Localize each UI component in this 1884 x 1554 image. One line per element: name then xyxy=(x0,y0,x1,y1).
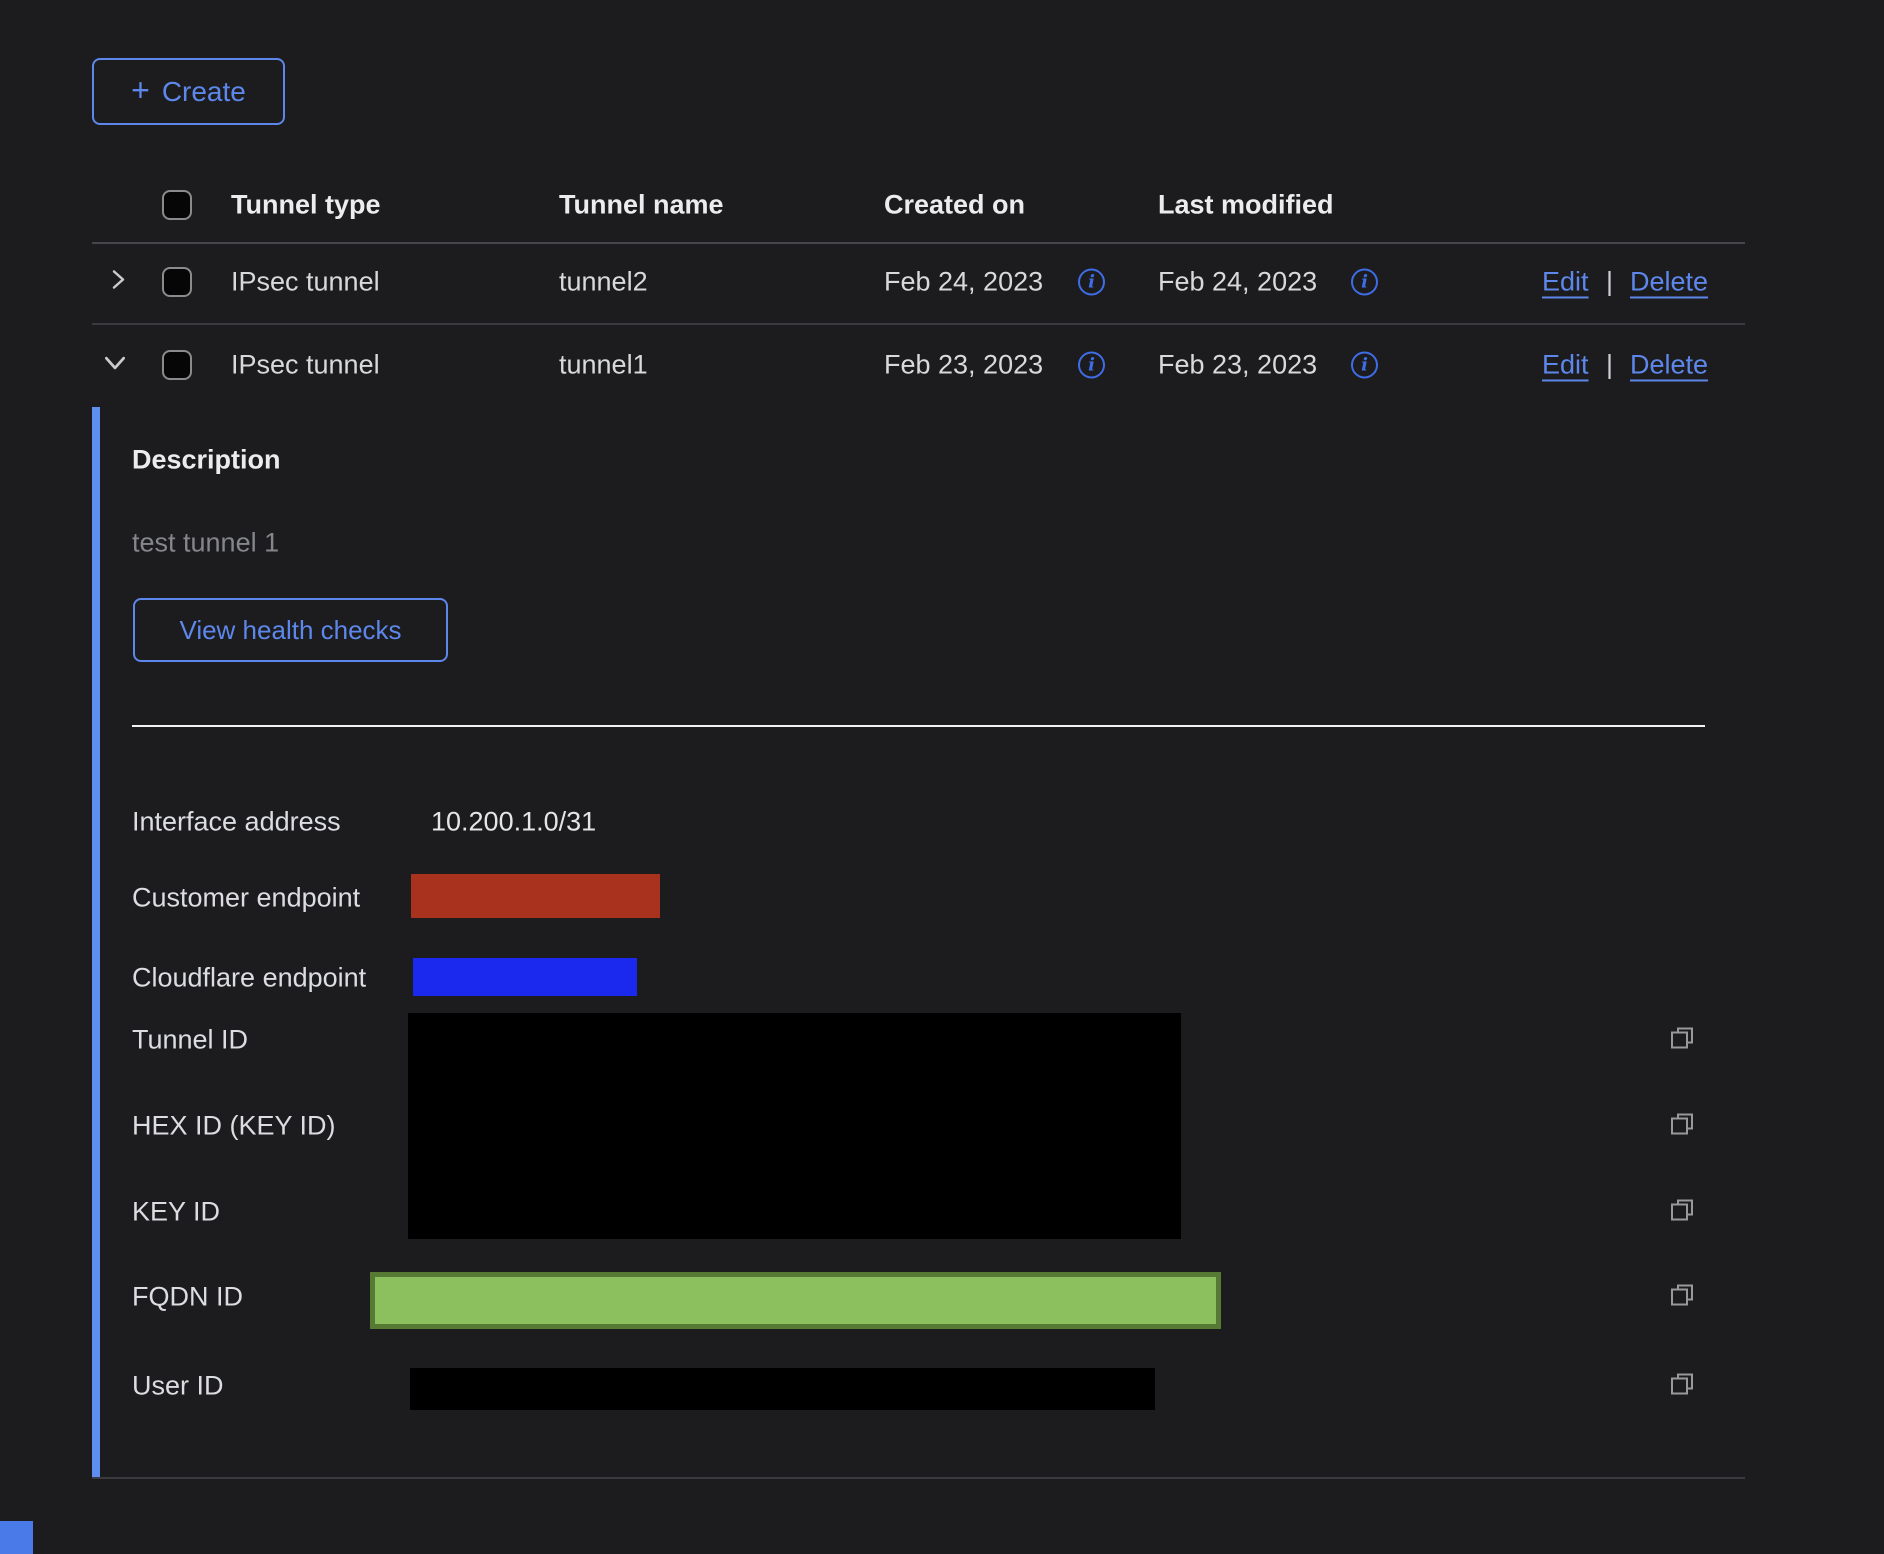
expanded-panel-accent-border xyxy=(92,407,100,1477)
panel-bottom-divider xyxy=(92,1477,1745,1479)
tunnels-page: + Create Tunnel type Tunnel name Created… xyxy=(0,0,1884,1554)
field-label-fqdn-id: FQDN ID xyxy=(132,1281,243,1312)
redacted-customer-endpoint xyxy=(411,874,660,918)
last-modified-cell: Feb 23, 2023 xyxy=(1158,349,1317,380)
field-label-customer-endpoint: Customer endpoint xyxy=(132,882,360,913)
bottom-left-accent xyxy=(0,1521,33,1554)
description-value: test tunnel 1 xyxy=(132,527,279,558)
redacted-cloudflare-endpoint xyxy=(413,958,637,996)
tunnel-type-cell: IPsec tunnel xyxy=(231,349,380,380)
last-modified-cell: Feb 24, 2023 xyxy=(1158,266,1317,297)
redacted-fqdn-id xyxy=(370,1272,1221,1329)
field-label-interface-address: Interface address xyxy=(132,806,341,837)
copy-icon[interactable] xyxy=(1668,1370,1696,1403)
field-label-cloudflare-endpoint: Cloudflare endpoint xyxy=(132,962,366,993)
delete-link[interactable]: Delete xyxy=(1630,266,1708,297)
tunnel-type-cell: IPsec tunnel xyxy=(231,266,380,297)
field-label-hex-id: HEX ID (KEY ID) xyxy=(132,1110,336,1141)
description-label: Description xyxy=(132,444,281,475)
copy-icon[interactable] xyxy=(1668,1196,1696,1229)
plus-icon: + xyxy=(131,74,150,106)
delete-link[interactable]: Delete xyxy=(1630,349,1708,380)
info-icon[interactable]: i xyxy=(1351,269,1378,296)
view-health-checks-button[interactable]: View health checks xyxy=(133,598,448,662)
section-divider xyxy=(132,725,1705,727)
redacted-id-block xyxy=(408,1013,1181,1239)
collapse-chevron-icon[interactable] xyxy=(102,350,128,381)
col-header-tunnel-type: Tunnel type xyxy=(231,189,381,220)
created-on-cell: Feb 24, 2023 xyxy=(884,266,1043,297)
header-divider xyxy=(92,242,1745,244)
copy-icon[interactable] xyxy=(1668,1281,1696,1314)
col-header-last-modified: Last modified xyxy=(1158,189,1334,220)
interface-address-value: 10.200.1.0/31 xyxy=(431,806,596,837)
info-icon[interactable]: i xyxy=(1078,352,1105,379)
field-label-user-id: User ID xyxy=(132,1370,224,1401)
field-label-key-id: KEY ID xyxy=(132,1196,220,1227)
action-separator: | xyxy=(1606,349,1613,380)
info-icon[interactable]: i xyxy=(1078,269,1105,296)
info-icon[interactable]: i xyxy=(1351,352,1378,379)
create-button-label: Create xyxy=(162,76,246,108)
row-divider xyxy=(92,323,1745,325)
tunnel-name-cell: tunnel2 xyxy=(559,266,648,297)
copy-icon[interactable] xyxy=(1668,1024,1696,1057)
col-header-created-on: Created on xyxy=(884,189,1025,220)
created-on-cell: Feb 23, 2023 xyxy=(884,349,1043,380)
redacted-user-id xyxy=(410,1368,1155,1410)
action-separator: | xyxy=(1606,266,1613,297)
row-checkbox[interactable] xyxy=(162,350,192,380)
select-all-checkbox[interactable] xyxy=(162,190,192,220)
expand-chevron-icon[interactable] xyxy=(106,268,130,297)
edit-link[interactable]: Edit xyxy=(1542,266,1589,297)
copy-icon[interactable] xyxy=(1668,1110,1696,1143)
field-label-tunnel-id: Tunnel ID xyxy=(132,1024,248,1055)
row-checkbox[interactable] xyxy=(162,267,192,297)
edit-link[interactable]: Edit xyxy=(1542,349,1589,380)
create-button[interactable]: + Create xyxy=(92,58,285,125)
col-header-tunnel-name: Tunnel name xyxy=(559,189,724,220)
tunnel-name-cell: tunnel1 xyxy=(559,349,648,380)
